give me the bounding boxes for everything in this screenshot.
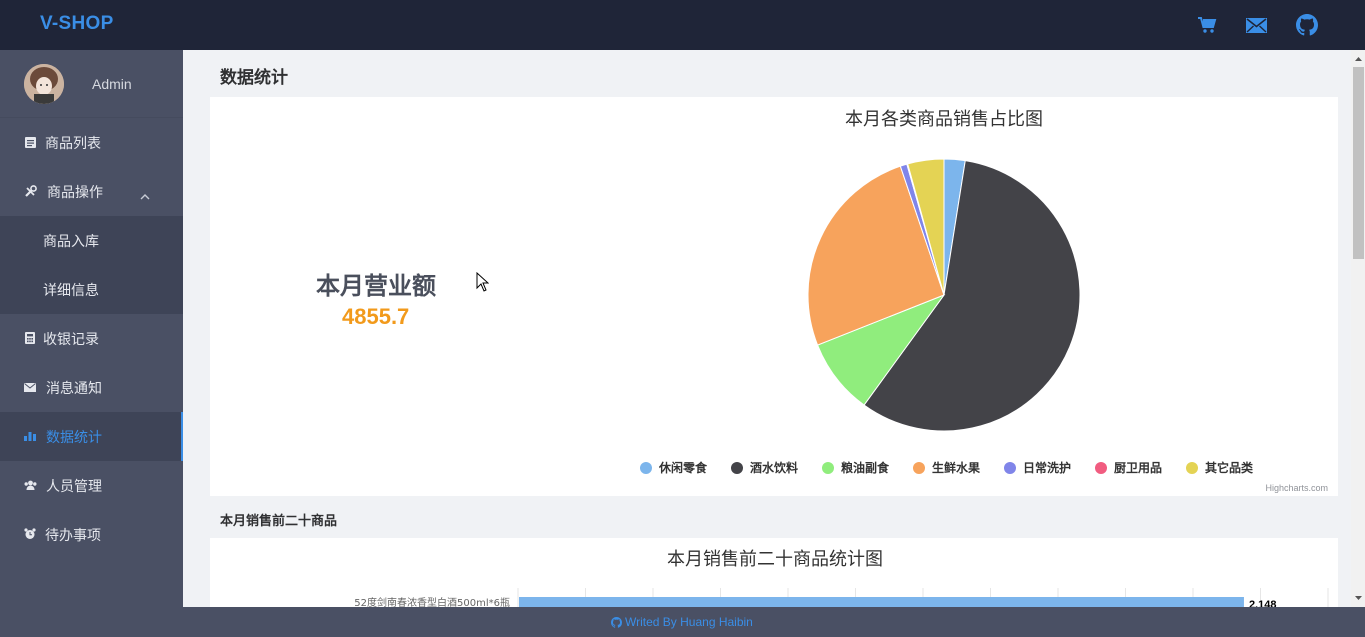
top-navbar: V-SHOP bbox=[0, 0, 1365, 50]
alarm-icon bbox=[23, 527, 37, 541]
bar-value-label: 2,148 bbox=[1249, 599, 1277, 607]
main-content: 数据统计 本月营业额 4855.7 本月各类商品销售占比图 休闲零食 酒水饮料 粮油… bbox=[183, 50, 1365, 607]
sidebar-item-product-list[interactable]: 商品列表 bbox=[0, 118, 183, 167]
brand-logo[interactable]: V-SHOP bbox=[40, 13, 114, 35]
sidebar-item-messages[interactable]: 消息通知 bbox=[0, 363, 183, 412]
legend-label: 其它品类 bbox=[1205, 461, 1254, 475]
legend-label: 酒水饮料 bbox=[750, 461, 799, 475]
sidebar-item-label: 消息通知 bbox=[46, 379, 102, 396]
sidebar-item-details[interactable]: 详细信息 bbox=[0, 265, 183, 314]
sidebar: Admin 商品列表 商品操作 商品入库 详细信息 收银记录 消息通知 数据统计… bbox=[0, 50, 183, 607]
cart-icon[interactable] bbox=[1196, 14, 1218, 36]
avatar[interactable] bbox=[24, 64, 64, 104]
user-panel: Admin bbox=[0, 50, 183, 118]
chevron-up-icon[interactable] bbox=[140, 187, 150, 200]
sidebar-item-product-ops[interactable]: 商品操作 bbox=[0, 167, 183, 216]
legend-item[interactable]: 其它品类 bbox=[1186, 459, 1266, 476]
legend-dot bbox=[1095, 461, 1107, 474]
sidebar-item-label: 数据统计 bbox=[46, 428, 102, 445]
scrollbar-thumb[interactable] bbox=[1353, 67, 1364, 259]
legend-label: 粮油副食 bbox=[841, 461, 890, 475]
scroll-up-arrow-icon[interactable] bbox=[1351, 52, 1365, 66]
bar-category-label: 52度剑南春浓香型白酒500ml*6瓶 bbox=[354, 596, 510, 607]
pie-chart bbox=[807, 158, 1081, 432]
legend-dot bbox=[1004, 461, 1016, 474]
footer-link[interactable]: Writed By Huang Haibin bbox=[611, 615, 753, 629]
sidebar-item-cash-records[interactable]: 收银记录 bbox=[0, 314, 183, 363]
sidebar-item-label: 详细信息 bbox=[43, 281, 99, 298]
footer-text: Writed By Huang Haibin bbox=[625, 615, 753, 629]
top20-card: 本月销售前二十商品统计图 52度剑南春浓香型白酒500ml*6瓶 2,148 bbox=[210, 538, 1338, 607]
legend-label: 休闲零食 bbox=[659, 461, 708, 475]
calculator-icon bbox=[23, 331, 37, 345]
legend-dot bbox=[731, 461, 743, 474]
sidebar-item-label: 收银记录 bbox=[43, 330, 99, 347]
sidebar-item-todo[interactable]: 待办事项 bbox=[0, 510, 183, 559]
pie-legend: 休闲零食 酒水饮料 粮油副食 生鲜水果 日常洗护 厨卫用品 其它品类 bbox=[640, 459, 1266, 476]
bar-chart-icon bbox=[23, 429, 37, 443]
sidebar-item-label: 商品入库 bbox=[43, 232, 99, 249]
legend-dot bbox=[913, 461, 925, 474]
stats-card: 本月营业额 4855.7 本月各类商品销售占比图 休闲零食 酒水饮料 粮油副食 生鲜水… bbox=[210, 97, 1338, 496]
users-icon bbox=[23, 478, 37, 492]
github-icon bbox=[611, 616, 622, 628]
sidebar-item-staff[interactable]: 人员管理 bbox=[0, 461, 183, 510]
legend-item[interactable]: 厨卫用品 bbox=[1095, 459, 1186, 476]
mail-icon bbox=[23, 380, 37, 394]
sidebar-item-statistics[interactable]: 数据统计 bbox=[0, 412, 183, 461]
page-scrollbar[interactable] bbox=[1351, 50, 1365, 607]
top20-section-label: 本月销售前二十商品 bbox=[220, 513, 338, 528]
footer: Writed By Huang Haibin bbox=[0, 607, 1365, 637]
legend-item[interactable]: 休闲零食 bbox=[640, 459, 731, 476]
sidebar-item-label: 待办事项 bbox=[45, 526, 101, 543]
sidebar-item-label: 商品操作 bbox=[47, 183, 103, 200]
mail-icon[interactable] bbox=[1245, 14, 1267, 36]
username: Admin bbox=[92, 76, 132, 92]
tools-icon bbox=[23, 184, 37, 198]
monthly-sales-value: 4855.7 bbox=[342, 304, 410, 329]
bar-chart: 52度剑南春浓香型白酒500ml*6瓶 2,148 bbox=[354, 588, 1329, 607]
monthly-sales-label: 本月营业额 bbox=[316, 273, 436, 300]
legend-item[interactable]: 酒水饮料 bbox=[731, 459, 822, 476]
bar[interactable] bbox=[519, 597, 1244, 607]
chart-credits[interactable]: Highcharts.com bbox=[1265, 483, 1328, 493]
list-icon bbox=[23, 135, 37, 149]
mouse-cursor-icon bbox=[476, 271, 490, 297]
legend-item[interactable]: 日常洗护 bbox=[1004, 459, 1095, 476]
legend-label: 日常洗护 bbox=[1023, 461, 1072, 475]
legend-dot bbox=[640, 461, 652, 474]
page-title: 数据统计 bbox=[220, 68, 288, 87]
legend-label: 生鲜水果 bbox=[932, 461, 981, 475]
scroll-down-arrow-icon[interactable] bbox=[1351, 591, 1365, 605]
sidebar-item-label: 人员管理 bbox=[46, 477, 102, 494]
legend-label: 厨卫用品 bbox=[1114, 461, 1163, 475]
legend-dot bbox=[1186, 461, 1198, 474]
sidebar-item-stock-in[interactable]: 商品入库 bbox=[0, 216, 183, 265]
sidebar-item-label: 商品列表 bbox=[45, 134, 101, 151]
legend-dot bbox=[822, 461, 834, 474]
github-icon[interactable] bbox=[1296, 14, 1318, 36]
pie-chart-title: 本月各类商品销售占比图 bbox=[845, 109, 1043, 130]
legend-item[interactable]: 生鲜水果 bbox=[913, 459, 1004, 476]
legend-item[interactable]: 粮油副食 bbox=[822, 459, 913, 476]
